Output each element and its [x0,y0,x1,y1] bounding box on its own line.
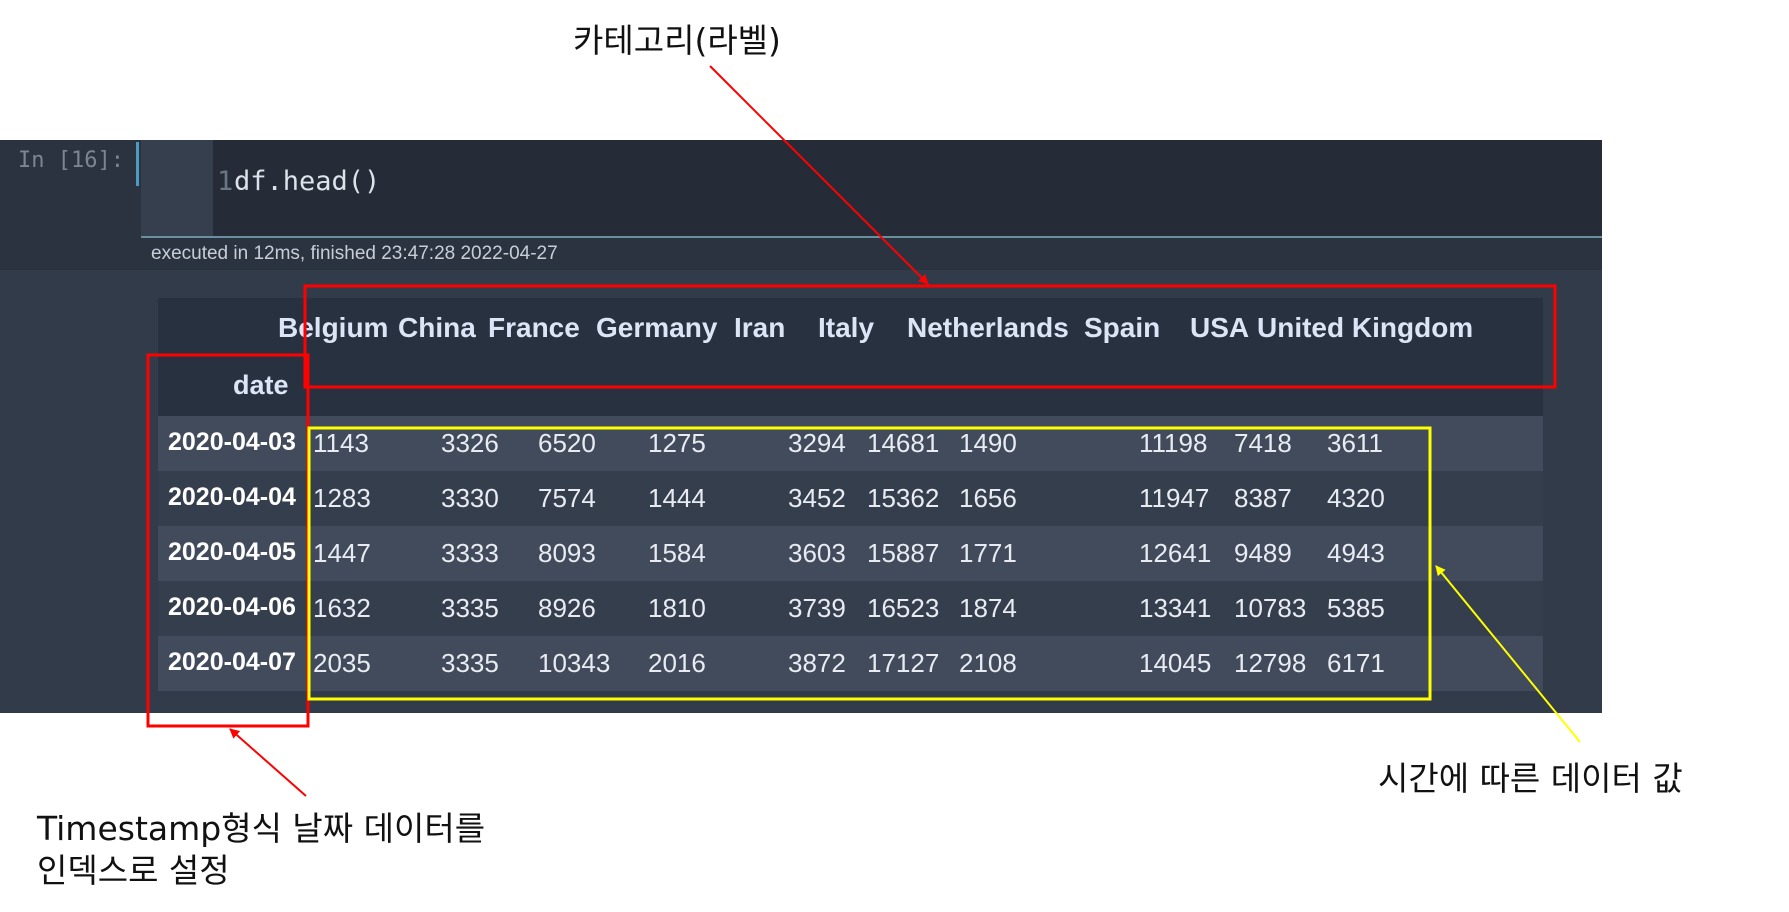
values-label-annotation: 시간에 따른 데이터 값 [1378,759,1683,798]
index-label-annotation: Timestamp형식 날짜 데이터를 인덱스로 설정 [37,808,485,892]
values-highlight-box [307,426,1432,701]
index-arrow [229,728,307,797]
values-arrow [1435,565,1581,743]
category-arrow [709,65,929,285]
index-highlight-box [146,353,310,728]
index-label-line1: Timestamp형식 날짜 데이터를 [37,809,486,848]
index-label-line2: 인덱스로 설정 [37,851,230,890]
category-highlight-box [303,284,1557,389]
